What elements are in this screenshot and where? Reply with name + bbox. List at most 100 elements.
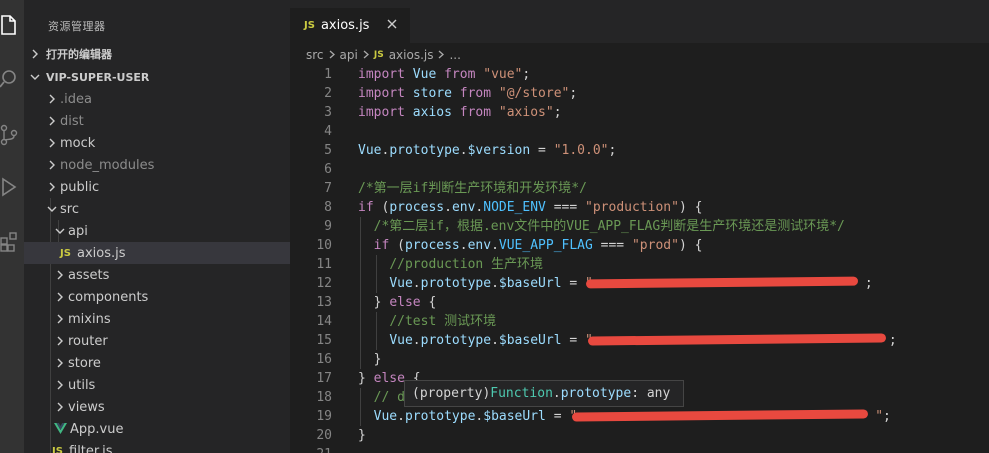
code-token: } bbox=[373, 352, 382, 367]
line-number: 11 bbox=[316, 257, 332, 272]
code-token: prototype bbox=[404, 409, 476, 424]
line-number: 15 bbox=[316, 333, 332, 348]
line-number: 6 bbox=[324, 162, 332, 177]
explorer-icon[interactable] bbox=[0, 6, 24, 44]
code-token: Vue bbox=[389, 333, 413, 348]
chevron-down-icon bbox=[44, 198, 60, 220]
code-token: prototype bbox=[420, 333, 492, 348]
code-token: . bbox=[412, 333, 421, 348]
code-token: ; bbox=[608, 143, 617, 158]
open-editors-section[interactable]: 打开的编辑器 bbox=[24, 43, 290, 65]
code-token: if bbox=[373, 238, 390, 253]
code-line: } else { bbox=[358, 293, 437, 312]
tree-item-api[interactable]: api bbox=[24, 220, 290, 242]
code-token: if bbox=[358, 200, 374, 215]
tree-item-components[interactable]: components bbox=[24, 286, 290, 308]
tree-item-label: axios.js bbox=[77, 245, 126, 261]
tree-item-store[interactable]: store bbox=[24, 352, 290, 374]
hover-signature: : any bbox=[631, 386, 671, 401]
code-area[interactable]: 1 2 3 4 5 6 7 8 9 10 11 12 13 14 15 16 1… bbox=[290, 0, 989, 453]
code-token: axios bbox=[404, 105, 460, 120]
code-token: { bbox=[420, 295, 437, 310]
code-line: /*第一层if判断生产环境和开发环境*/ bbox=[358, 179, 587, 198]
tree-item-dist[interactable]: dist bbox=[24, 110, 290, 132]
search-icon[interactable] bbox=[0, 60, 24, 98]
chevron-right-icon bbox=[44, 132, 60, 154]
code-token: prototype bbox=[420, 276, 492, 291]
code-token: ) { bbox=[678, 238, 703, 253]
code-token: Vue bbox=[373, 409, 398, 424]
code-token: store bbox=[404, 86, 460, 101]
code-line: //production 生产环境 bbox=[358, 255, 543, 274]
code-comment: // d bbox=[373, 390, 405, 405]
code-token: ; bbox=[569, 86, 578, 101]
hover-tooltip: (property) Function. prototype: any bbox=[404, 380, 684, 407]
run-debug-icon[interactable] bbox=[0, 168, 24, 206]
code-token: Vue bbox=[389, 276, 413, 291]
activity-bar bbox=[0, 0, 24, 453]
code-line: if (process.env.NODE_ENV === "production… bbox=[358, 198, 702, 217]
code-token: "@/store" bbox=[491, 86, 570, 101]
code-token: . bbox=[412, 276, 421, 291]
code-token: $baseUrl bbox=[498, 333, 562, 348]
code-comment: //test 测试环境 bbox=[389, 314, 497, 329]
explorer-sidebar: 资源管理器 打开的编辑器 VIP-SUPER-USER .idea dist m… bbox=[24, 0, 290, 453]
code-token: . bbox=[491, 238, 499, 253]
code-token: import bbox=[358, 67, 405, 82]
code-line: import axios from "axios"; bbox=[358, 103, 562, 122]
tree-item-axios-js[interactable]: JS axios.js bbox=[24, 242, 290, 264]
line-number: 9 bbox=[324, 219, 332, 234]
tree-item-utils[interactable]: utils bbox=[24, 374, 290, 396]
code-token: . bbox=[459, 143, 468, 158]
code-token: === bbox=[545, 200, 586, 215]
tree-item-node-modules[interactable]: node_modules bbox=[24, 154, 290, 176]
tree-item-app-vue[interactable]: App.vue bbox=[24, 418, 290, 440]
code-token: . bbox=[444, 200, 452, 215]
code-token: ; bbox=[864, 276, 873, 291]
code-token: = bbox=[530, 143, 554, 158]
source-control-icon[interactable] bbox=[0, 116, 24, 154]
hover-property: prototype bbox=[560, 386, 632, 401]
tree-item-router[interactable]: router bbox=[24, 330, 290, 352]
tree-item-public[interactable]: public bbox=[24, 176, 290, 198]
code-token: . bbox=[491, 276, 499, 291]
tree-item-mixins[interactable]: mixins bbox=[24, 308, 290, 330]
chevron-right-icon bbox=[24, 49, 46, 59]
code-token: === bbox=[592, 238, 632, 253]
tree-item-views[interactable]: views bbox=[24, 396, 290, 418]
tree-item-label: public bbox=[60, 179, 100, 195]
chevron-right-icon bbox=[44, 88, 60, 110]
code-token: ) { bbox=[678, 200, 703, 215]
line-number: 13 bbox=[316, 295, 332, 310]
code-token: "production" bbox=[585, 200, 679, 215]
tree-item-src[interactable]: src bbox=[24, 198, 290, 220]
sidebar-title: 资源管理器 bbox=[48, 20, 106, 33]
tree-item-mock[interactable]: mock bbox=[24, 132, 290, 154]
line-number: 1 bbox=[324, 67, 332, 82]
code-comment: /*第一层if判断生产环境和开发环境*/ bbox=[358, 181, 587, 196]
js-file-icon: JS bbox=[60, 247, 71, 259]
code-line: // d bbox=[358, 388, 405, 407]
code-line: import store from "@/store"; bbox=[358, 84, 577, 103]
code-token: "axios" bbox=[491, 105, 554, 120]
extensions-icon[interactable] bbox=[0, 222, 24, 260]
tree-item-filter-js[interactable]: JS filter.js bbox=[24, 440, 290, 453]
code-line: } bbox=[358, 350, 382, 369]
hover-dot: . bbox=[552, 386, 561, 401]
line-number: 16 bbox=[316, 352, 332, 367]
line-number: 3 bbox=[324, 105, 332, 120]
line-number: 21 bbox=[290, 445, 332, 453]
code-token: ( bbox=[389, 238, 405, 253]
project-section[interactable]: VIP-SUPER-USER bbox=[24, 66, 290, 88]
code-token: VUE_APP_FLAG bbox=[498, 238, 593, 253]
line-number: 5 bbox=[324, 143, 332, 158]
code-token: ; bbox=[888, 333, 897, 348]
tree-item-idea[interactable]: .idea bbox=[24, 88, 290, 110]
code-token: = bbox=[545, 409, 570, 424]
code-token: . bbox=[397, 409, 405, 424]
code-token: else bbox=[373, 371, 405, 386]
code-token: } bbox=[358, 428, 366, 443]
tree-item-label: mixins bbox=[68, 311, 111, 327]
code-comment: /*第二层if，根据.env文件中的VUE_APP_FLAG判断是生产环境还是测… bbox=[373, 219, 845, 234]
tree-item-assets[interactable]: assets bbox=[24, 264, 290, 286]
